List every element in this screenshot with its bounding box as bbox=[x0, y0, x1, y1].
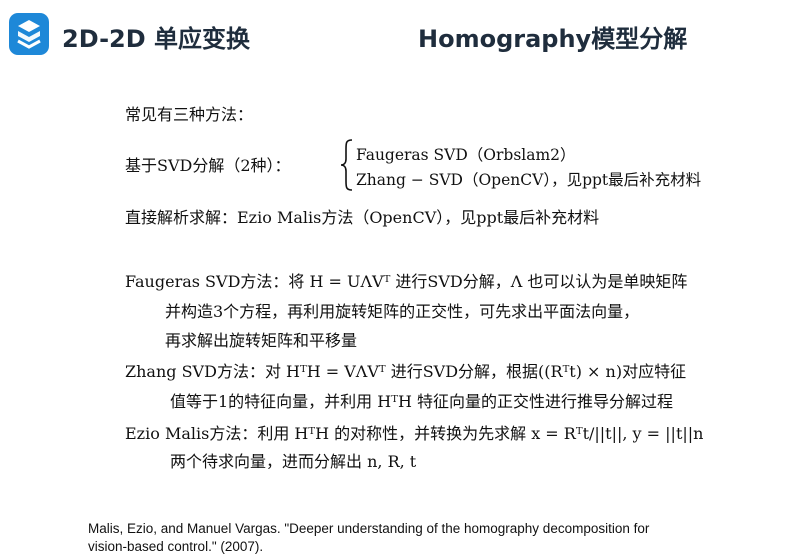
reference-line-1: Malis, Ezio, and Manuel Vargas. "Deeper … bbox=[88, 521, 650, 536]
malis-line-2: 两个待求向量，进而分解出 n, R, t bbox=[170, 452, 417, 471]
page-subtitle: Homography模型分解 bbox=[418, 25, 688, 53]
faugeras-line-3: 再求解出旋转矩阵和平移量 bbox=[165, 331, 358, 350]
zhang-line-2: 值等于1的特征向量，并利用 HᵀH 特征向量的正交性进行推导分解过程 bbox=[170, 392, 673, 411]
header: 2D-2D 单应变换 Homography模型分解 bbox=[0, 0, 786, 70]
reference-line-2: vision-based control." (2007). bbox=[88, 539, 264, 554]
zhang-line-1: Zhang SVD方法：对 HᵀH = VΛVᵀ 进行SVD分解，根据((Rᵀt… bbox=[125, 362, 687, 381]
svd-option-zhang: Zhang − SVD（OpenCV），见ppt最后补充材料 bbox=[356, 171, 702, 189]
faugeras-line-2: 并构造3个方程，再利用旋转矩阵的正交性，可先求出平面法向量， bbox=[165, 302, 640, 321]
svd-label: 基于SVD分解（2种）： bbox=[125, 156, 291, 175]
page-title: 2D-2D 单应变换 bbox=[62, 25, 251, 53]
svd-option-faugeras: Faugeras SVD（Orbslam2） bbox=[356, 146, 576, 164]
direct-method-text: 直接解析求解：Ezio Malis方法（OpenCV），见ppt最后补充材料 bbox=[125, 208, 600, 227]
brace-icon bbox=[340, 139, 353, 191]
faugeras-line-1: Faugeras SVD方法：将 H = UΛVᵀ 进行SVD分解，Λ 也可以认… bbox=[125, 272, 688, 291]
brand-logo-icon bbox=[9, 13, 49, 55]
reference-citation: Malis, Ezio, and Manuel Vargas. "Deeper … bbox=[88, 520, 778, 556]
malis-line-1: Ezio Malis方法：利用 HᵀH 的对称性，并转换为先求解 x = Rᵀt… bbox=[125, 424, 704, 443]
intro-text: 常见有三种方法： bbox=[125, 105, 254, 124]
